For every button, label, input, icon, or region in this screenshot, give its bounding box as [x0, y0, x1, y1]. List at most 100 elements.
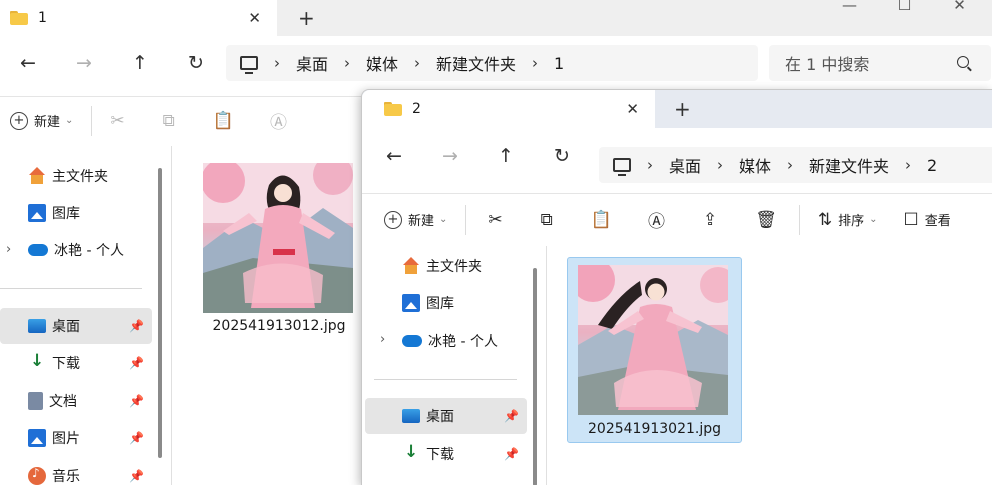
- tab-bar: 1 ✕ + — ☐ ✕: [0, 0, 992, 36]
- breadcrumb-media[interactable]: 媒体: [739, 153, 771, 177]
- refresh-button[interactable]: ↻: [168, 52, 224, 74]
- file-item-selected[interactable]: 202541913021.jpg: [567, 257, 742, 443]
- sidebar-item-desktop[interactable]: 桌面 📌: [0, 308, 152, 344]
- breadcrumb-current[interactable]: 2: [927, 156, 937, 175]
- share-icon[interactable]: ⇪: [703, 210, 717, 230]
- home-icon: [28, 167, 46, 185]
- address-bar[interactable]: › 桌面 › 媒体 › 新建文件夹 › 2: [599, 147, 992, 183]
- pin-icon[interactable]: 📌: [504, 447, 519, 461]
- sidebar-item-downloads[interactable]: 下载 📌: [0, 345, 152, 381]
- view-button[interactable]: ☐ 查看: [903, 210, 950, 230]
- breadcrumb-desktop[interactable]: 桌面: [669, 153, 701, 177]
- tab-close-button[interactable]: ✕: [626, 100, 639, 118]
- back-button[interactable]: ←: [0, 52, 56, 74]
- sidebar-item-home[interactable]: 主文件夹: [28, 158, 148, 194]
- copy-button[interactable]: ⧉: [541, 210, 553, 230]
- breadcrumb-current[interactable]: 1: [554, 54, 564, 73]
- sidebar-item-label: 图库: [52, 206, 80, 222]
- minimize-button[interactable]: —: [822, 0, 877, 13]
- gallery-icon: [402, 294, 420, 312]
- documents-icon: [28, 392, 43, 410]
- refresh-button[interactable]: ↻: [534, 145, 590, 167]
- sidebar-scrollbar[interactable]: [533, 268, 537, 485]
- this-pc-icon[interactable]: [613, 158, 631, 176]
- breadcrumb-new-folder[interactable]: 新建文件夹: [436, 51, 516, 75]
- delete-icon[interactable]: 🗑: [755, 210, 777, 230]
- pane-divider: [546, 246, 547, 485]
- sidebar-item-home[interactable]: 主文件夹: [402, 248, 532, 284]
- new-button[interactable]: + 新建 ⌄: [384, 210, 447, 229]
- sidebar-scrollbar[interactable]: [158, 168, 162, 458]
- this-pc-icon[interactable]: [240, 56, 258, 74]
- pin-icon[interactable]: 📌: [129, 394, 144, 408]
- pin-icon[interactable]: 📌: [129, 431, 144, 445]
- chevron-right-icon[interactable]: ›: [647, 156, 653, 174]
- sidebar-item-music[interactable]: 音乐 📌: [0, 458, 152, 485]
- search-box[interactable]: 在 1 中搜索: [769, 45, 991, 81]
- cut-button[interactable]: ✂: [110, 111, 124, 131]
- new-tab-button[interactable]: +: [674, 90, 691, 128]
- sidebar-item-documents[interactable]: 文档 📌: [0, 383, 152, 419]
- sidebar-divider: [0, 288, 142, 289]
- sidebar-item-pictures[interactable]: 图片 📌: [0, 420, 152, 456]
- paste-button[interactable]: 📋: [213, 111, 234, 131]
- address-bar[interactable]: › 桌面 › 媒体 › 新建文件夹 › 1: [226, 45, 758, 81]
- sidebar-item-desktop[interactable]: 桌面 📌: [365, 398, 527, 434]
- breadcrumb-media[interactable]: 媒体: [366, 51, 398, 75]
- tab-title: 1: [38, 10, 47, 26]
- toolbar-divider: [91, 105, 93, 136]
- maximize-button[interactable]: ☐: [877, 0, 932, 13]
- search-input[interactable]: 在 1 中搜索: [785, 51, 869, 75]
- cut-button[interactable]: ✂: [488, 210, 502, 230]
- forward-button[interactable]: →: [422, 145, 478, 167]
- sidebar-item-onedrive[interactable]: 冰艳 - 个人: [28, 232, 148, 268]
- view-label: 查看: [924, 214, 951, 229]
- forward-button[interactable]: →: [56, 52, 112, 74]
- sidebar-item-gallery[interactable]: 图库: [402, 285, 532, 321]
- download-icon: [28, 351, 46, 372]
- up-button[interactable]: ↑: [112, 52, 168, 74]
- sort-button[interactable]: ⇅ 排序 ⌄: [818, 210, 878, 230]
- sidebar-divider: [374, 379, 517, 380]
- sort-icon: ⇅: [817, 209, 833, 230]
- sidebar-item-label: 主文件夹: [52, 169, 108, 185]
- chevron-right-icon[interactable]: ›: [905, 156, 911, 174]
- pin-icon[interactable]: 📌: [129, 319, 144, 333]
- rename-button[interactable]: Ⓐ: [648, 207, 665, 232]
- new-button[interactable]: + 新建 ⌄: [10, 111, 73, 130]
- tab-close-button[interactable]: ✕: [248, 9, 261, 27]
- sidebar-item-onedrive[interactable]: 冰艳 - 个人: [402, 323, 532, 359]
- copy-button[interactable]: ⧉: [163, 111, 175, 131]
- tab-folder-1[interactable]: 1 ✕: [0, 0, 277, 36]
- new-tab-button[interactable]: +: [298, 0, 315, 36]
- paste-button[interactable]: 📋: [591, 210, 612, 230]
- new-label: 新建: [34, 115, 61, 130]
- back-button[interactable]: ←: [366, 145, 422, 167]
- sidebar-item-gallery[interactable]: 图库: [28, 195, 148, 231]
- chevron-right-icon[interactable]: ›: [414, 54, 420, 72]
- chevron-down-icon: ⌄: [869, 214, 878, 225]
- close-window-button[interactable]: ✕: [932, 0, 987, 13]
- chevron-right-icon[interactable]: ›: [380, 332, 385, 347]
- sidebar-item-label: 下载: [426, 447, 454, 463]
- breadcrumb-new-folder[interactable]: 新建文件夹: [809, 153, 889, 177]
- pin-icon[interactable]: 📌: [504, 409, 519, 423]
- plus-circle-icon: +: [10, 111, 28, 130]
- chevron-right-icon[interactable]: ›: [717, 156, 723, 174]
- breadcrumb-desktop[interactable]: 桌面: [296, 51, 328, 75]
- search-icon[interactable]: [957, 56, 969, 68]
- sidebar-item-downloads[interactable]: 下载 📌: [365, 436, 527, 472]
- toolbar-divider: [465, 204, 467, 235]
- chevron-right-icon[interactable]: ›: [6, 242, 11, 257]
- up-button[interactable]: ↑: [478, 145, 534, 167]
- chevron-right-icon[interactable]: ›: [344, 54, 350, 72]
- plus-circle-icon: +: [384, 210, 402, 229]
- file-item[interactable]: 202541913012.jpg: [200, 160, 358, 346]
- chevron-right-icon[interactable]: ›: [787, 156, 793, 174]
- rename-button[interactable]: Ⓐ: [270, 108, 287, 133]
- tab-folder-2[interactable]: 2 ✕: [362, 90, 655, 128]
- chevron-right-icon[interactable]: ›: [274, 54, 280, 72]
- chevron-right-icon[interactable]: ›: [532, 54, 538, 72]
- pin-icon[interactable]: 📌: [129, 356, 144, 370]
- pin-icon[interactable]: 📌: [129, 469, 144, 483]
